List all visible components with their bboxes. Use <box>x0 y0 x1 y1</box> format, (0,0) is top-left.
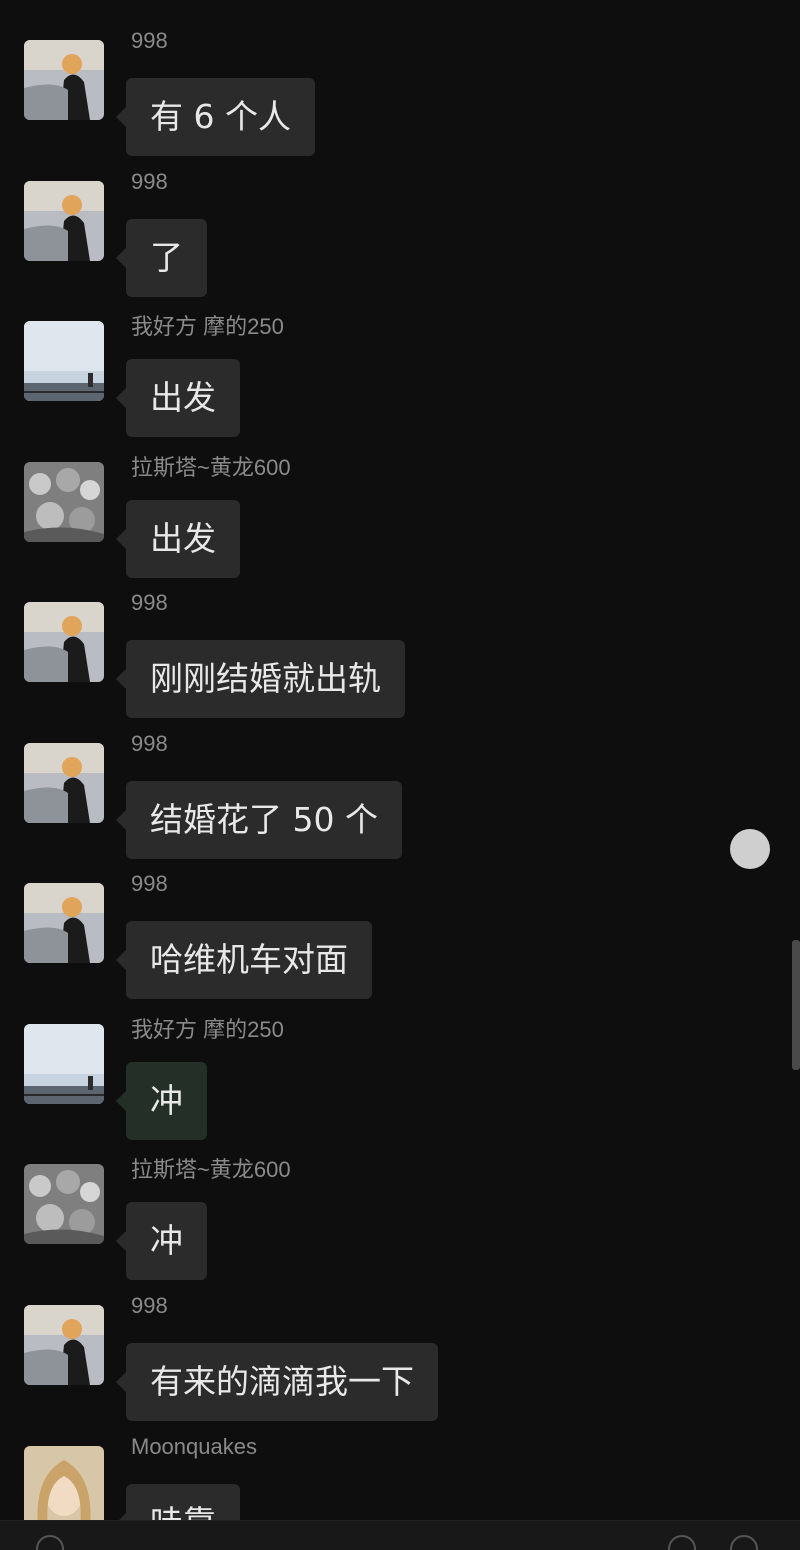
message-item: 我好方 摩的250 冲 <box>0 1017 800 1164</box>
avatar-998[interactable] <box>24 181 104 261</box>
sender-name: Moonquakes <box>131 1434 257 1459</box>
sunset-silhouette-icon <box>24 40 104 120</box>
floating-assist-button[interactable] <box>730 829 770 869</box>
message-item: 998 了 <box>0 169 800 321</box>
sunset-silhouette-icon <box>24 883 104 963</box>
sender-name: 998 <box>131 590 168 615</box>
sender-name: 998 <box>131 1293 168 1318</box>
sender-name: 拉斯塔~黄龙600 <box>131 455 291 480</box>
sunset-silhouette-icon <box>24 602 104 682</box>
avatar-998[interactable] <box>24 883 104 963</box>
sender-name: 我好方 摩的250 <box>131 1017 284 1042</box>
group-photo-icon <box>24 462 104 542</box>
sunset-silhouette-icon <box>24 1305 104 1385</box>
message-item: 998 结婚花了 50 个 <box>0 731 800 883</box>
message-item: 拉斯塔~黄龙600 冲 <box>0 1157 800 1304</box>
sender-name: 998 <box>131 731 168 756</box>
sender-name: 我好方 摩的250 <box>131 314 284 339</box>
message-item: 998 哈维机车对面 <box>0 871 800 1023</box>
seascape-icon <box>24 321 104 401</box>
avatar-moonquakes[interactable] <box>24 1446 104 1526</box>
portrait-icon <box>24 1446 104 1526</box>
message-item: 拉斯塔~黄龙600 出发 <box>0 455 800 602</box>
avatar-998[interactable] <box>24 1305 104 1385</box>
message-bubble[interactable]: 了 <box>116 219 207 297</box>
avatar-998[interactable] <box>24 602 104 682</box>
message-item: 998 有来的滴滴我一下 <box>0 1293 800 1445</box>
message-item: 998 刚刚结婚就出轨 <box>0 590 800 742</box>
sunset-silhouette-icon <box>24 181 104 261</box>
message-bubble[interactable]: 哈维机车对面 <box>116 921 372 999</box>
avatar-998[interactable] <box>24 743 104 823</box>
sender-name: 拉斯塔~黄龙600 <box>131 1157 291 1182</box>
plus-icon[interactable] <box>730 1535 758 1550</box>
message-item: 我好方 摩的250 出发 <box>0 314 800 461</box>
message-bubble[interactable]: 冲 <box>116 1062 207 1140</box>
avatar-lasita[interactable] <box>24 462 104 542</box>
voice-icon[interactable] <box>36 1535 64 1550</box>
avatar-wohaofang[interactable] <box>24 1024 104 1104</box>
message-bubble[interactable]: 有来的滴滴我一下 <box>116 1343 438 1421</box>
sunset-silhouette-icon <box>24 743 104 823</box>
avatar-lasita[interactable] <box>24 1164 104 1244</box>
message-item: 998 有 6 个人 <box>0 28 800 180</box>
message-bubble[interactable]: 刚刚结婚就出轨 <box>116 640 405 718</box>
input-bar[interactable] <box>0 1520 800 1550</box>
sender-name: 998 <box>131 169 168 194</box>
emoji-icon[interactable] <box>668 1535 696 1550</box>
scrollbar[interactable] <box>792 940 800 1070</box>
message-bubble[interactable]: 出发 <box>116 500 240 578</box>
avatar-wohaofang[interactable] <box>24 321 104 401</box>
chat-screen: 998 有 6 个人 998 了 我好方 摩的250 出发 拉斯塔~黄龙600 … <box>0 0 800 1550</box>
avatar-998[interactable] <box>24 40 104 120</box>
group-photo-icon <box>24 1164 104 1244</box>
seascape-icon <box>24 1024 104 1104</box>
message-bubble[interactable]: 出发 <box>116 359 240 437</box>
sender-name: 998 <box>131 871 168 896</box>
message-bubble[interactable]: 结婚花了 50 个 <box>116 781 402 859</box>
sender-name: 998 <box>131 28 168 53</box>
message-bubble[interactable]: 有 6 个人 <box>116 78 315 156</box>
message-bubble[interactable]: 冲 <box>116 1202 207 1280</box>
